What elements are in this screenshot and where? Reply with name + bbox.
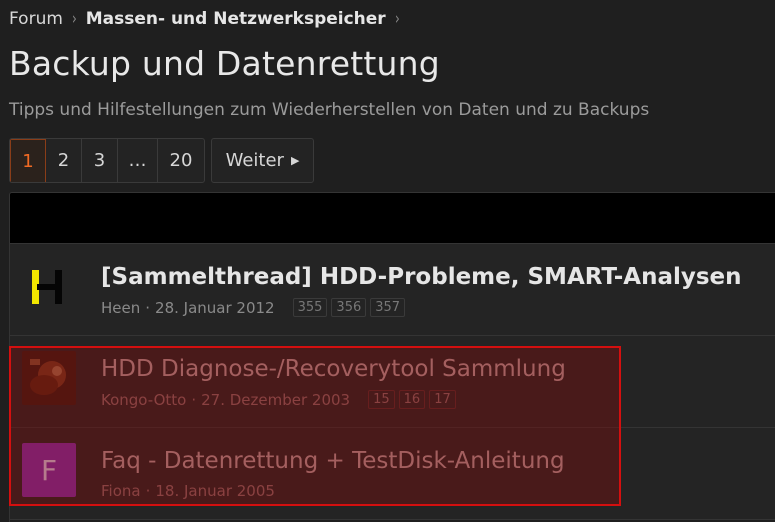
meta-separator: · [145, 482, 151, 500]
thread-author-link[interactable]: Heen [101, 299, 140, 317]
page-description: Tipps und Hilfestellungen zum Wiederhers… [9, 100, 650, 120]
breadcrumb: Forum › Massen- und Netzwerkspeicher › [9, 7, 409, 31]
page-button-20[interactable]: 20 [158, 139, 204, 182]
thread-author-link[interactable]: Kongo-Otto [101, 391, 186, 409]
thread-row: HDD Diagnose-/Recoverytool Sammlung Kong… [10, 336, 775, 428]
avatar[interactable] [22, 351, 76, 405]
user-photo-icon [22, 351, 76, 405]
page-button-3[interactable]: 3 [82, 139, 118, 182]
letter-avatar: F [22, 443, 76, 497]
chevron-right-icon: › [71, 9, 77, 29]
thread-date[interactable]: 18. Januar 2005 [155, 482, 275, 500]
chevron-right-icon: › [394, 9, 400, 29]
triangle-right-icon: ▶ [290, 154, 300, 167]
thread-title-link[interactable]: HDD Diagnose-/Recoverytool Sammlung [101, 356, 566, 382]
thread-row: F Faq - Datenrettung + TestDisk-Anleitun… [10, 428, 775, 520]
breadcrumb-category-link[interactable]: Massen- und Netzwerkspeicher [86, 9, 386, 29]
thread-list: [Sammelthread] HDD-Probleme, SMART-Analy… [9, 192, 775, 522]
avatar[interactable] [22, 259, 76, 313]
next-page-label: Weiter [225, 150, 284, 171]
pagination: 1 2 3 … 20 Weiter ▶ [9, 138, 314, 183]
page-ellipsis-button[interactable]: … [118, 139, 158, 182]
h-logo-icon [22, 259, 76, 313]
meta-separator: · [145, 298, 151, 317]
page-button-1[interactable]: 1 [10, 139, 46, 182]
thread-page-link[interactable]: 17 [429, 390, 456, 409]
thread-date[interactable]: 28. Januar 2012 [155, 299, 275, 317]
thread-author-link[interactable]: Fiona [101, 482, 141, 500]
meta-separator: · [191, 390, 197, 409]
thread-page-link[interactable]: 15 [368, 390, 395, 409]
thread-title-link[interactable]: [Sammelthread] HDD-Probleme, SMART-Analy… [101, 264, 742, 290]
thread-row: [Sammelthread] HDD-Probleme, SMART-Analy… [10, 244, 775, 336]
thread-page-links: 15 16 17 [368, 390, 460, 409]
thread-meta: Kongo-Otto · 27. Dezember 2003 15 16 17 [101, 390, 460, 409]
page-title: Backup und Datenrettung [9, 44, 440, 83]
avatar[interactable]: F [22, 443, 76, 497]
breadcrumb-forum-link[interactable]: Forum [9, 9, 63, 29]
page-button-2[interactable]: 2 [46, 139, 82, 182]
thread-date[interactable]: 27. Dezember 2003 [201, 391, 350, 409]
thread-meta: Heen · 28. Januar 2012 355 356 357 [101, 298, 409, 317]
thread-title-link[interactable]: Faq - Datenrettung + TestDisk-Anleitung [101, 448, 565, 474]
thread-page-link[interactable]: 16 [398, 390, 426, 409]
page-number-group: 1 2 3 … 20 [9, 138, 205, 183]
thread-page-link[interactable]: 355 [292, 298, 328, 317]
thread-meta: Fiona · 18. Januar 2005 [101, 482, 275, 500]
thread-page-link[interactable]: 356 [331, 298, 367, 317]
next-page-button[interactable]: Weiter ▶ [211, 138, 314, 183]
thread-list-header [10, 193, 775, 244]
thread-page-links: 355 356 357 [292, 298, 409, 317]
thread-page-link[interactable]: 357 [370, 298, 406, 317]
